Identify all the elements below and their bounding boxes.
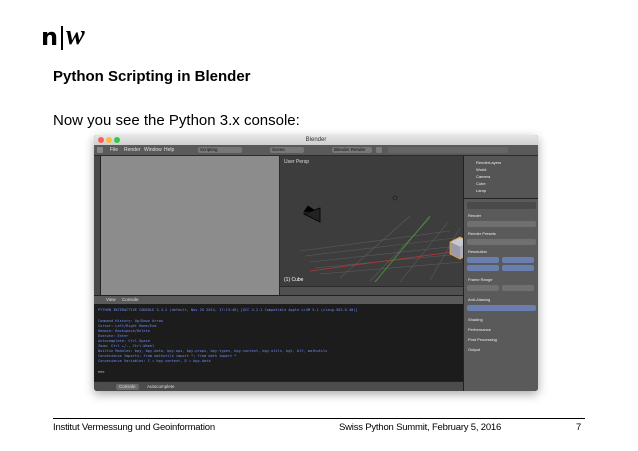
window-title: Blender [305,137,327,143]
window-titlebar: Blender [94,135,538,145]
editor-type-icon[interactable] [97,147,103,153]
slide-title: Python Scripting in Blender [53,68,251,85]
console-line: Autocomplete: Ctrl-Space [98,339,150,343]
props-item[interactable]: Render Presets [468,231,496,236]
viewport-header [280,286,463,295]
props-item[interactable]: Performance [468,327,491,332]
footer-institute: Institut Vermessung und Geoinformation [53,422,215,433]
object-label: (1) Cube [284,277,304,283]
3d-viewport[interactable]: User Persp (1) Cube [280,156,463,295]
camera-icon [303,205,321,223]
frame-end-field[interactable] [502,265,534,271]
menu-file[interactable]: File [110,145,118,155]
console-line: Cursor: Left/Right Home/End [98,324,157,328]
footer-rule [53,418,585,419]
console-footer: Console Autocomplete [94,381,463,391]
props-item[interactable]: Render [468,213,481,218]
screen-layout-field[interactable]: Scripting [198,147,242,153]
props-item[interactable]: Shading [468,317,483,322]
viewport-scene [299,195,463,283]
props-item[interactable]: Output [468,347,480,352]
console-line: Remove: Backspace/Delete [98,329,150,333]
cube-icon [449,236,463,260]
logo-letter-n: n [41,23,59,51]
y-axis-line [374,215,431,283]
resolution-x-field[interactable] [467,257,499,263]
lamp-icon [392,195,398,201]
outliner-item[interactable]: World [476,167,486,172]
blender-logo-icon [376,147,382,153]
footer-event: Swiss Python Summit, February 5, 2016 [339,422,502,433]
logo-divider [61,26,63,50]
console-menu-view[interactable]: View [106,296,116,304]
fps-field[interactable] [502,285,534,291]
page-number: 7 [576,422,582,433]
tab-autocomplete[interactable]: Autocomplete [144,384,178,390]
menu-render[interactable]: Render [124,145,140,155]
outliner-item[interactable]: Camera [476,174,490,179]
blender-info-header: File Render Window Help Scripting Scene … [94,145,538,156]
tab-console[interactable]: Console [116,384,139,390]
resolution-y-field[interactable] [467,265,499,271]
props-item[interactable]: Post Processing [468,337,497,342]
frame-start-field[interactable] [502,257,534,263]
props-item[interactable]: Resolution [468,249,487,254]
outliner-item[interactable]: RenderLayers [476,160,501,165]
menu-help[interactable]: Help [164,145,174,155]
text-editor-area [101,156,279,295]
render-engine-field[interactable]: Blender Render [332,147,372,153]
properties-panel: Render Render Presets Resolution Frame R… [463,198,538,391]
aspect-field[interactable] [467,285,499,291]
outliner-item[interactable]: Lamp [476,188,486,193]
scene-field[interactable]: Scene [270,147,304,153]
menu-window[interactable]: Window [144,145,162,155]
console-line: PYTHON INTERACTIVE CONSOLE 3.4.2 (defaul… [98,308,358,312]
render-buttons[interactable] [467,221,536,227]
status-bar [388,147,508,153]
outliner-item[interactable]: Cube [476,181,486,186]
tool-shelf [94,156,101,295]
presets-field[interactable] [467,239,536,245]
blender-screenshot: Blender File Render Window Help Scriptin… [94,135,538,391]
console-line: Execute: Enter [98,334,129,338]
aa-samples-field[interactable] [467,305,536,311]
python-console[interactable]: PYTHON INTERACTIVE CONSOLE 3.4.2 (defaul… [94,304,463,381]
props-item[interactable]: Anti-Aliasing [468,297,490,302]
console-line: Command History: Up/Down Arrow [98,319,163,323]
console-line: Convenience Variables: C = bpy.context, … [98,359,211,363]
console-line: Zoom: Ctrl +/-, Ctrl-Wheel [98,344,155,348]
outliner-panel: RenderLayers World Camera Cube Lamp [463,156,538,198]
console-menu-console[interactable]: Console [122,296,139,304]
console-line: Convenience Imports: from mathutils impo… [98,354,237,358]
logo-letter-w: w [66,20,85,51]
fhnw-logo: n w [41,22,101,56]
slide-body-text: Now you see the Python 3.x console: [53,112,300,129]
console-line: Builtin Modules: bpy, bpy.data, bpy.ops,… [98,349,328,353]
properties-tabs[interactable] [467,202,536,209]
console-prompt[interactable]: >>> [98,370,105,374]
props-item[interactable]: Frame Range [468,277,492,282]
